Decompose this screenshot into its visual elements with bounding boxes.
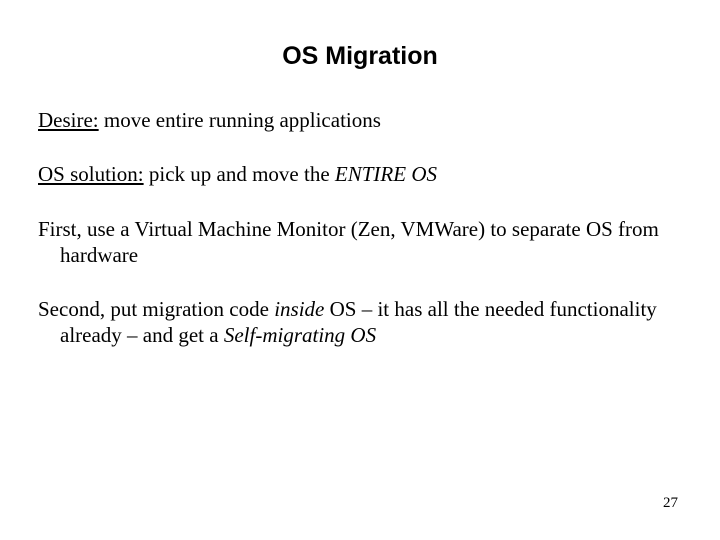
para-second: Second, put migration code inside OS – i…	[60, 296, 682, 349]
inside-emphasis: inside	[274, 297, 324, 321]
para-os-solution: OS solution: pick up and move the ENTIRE…	[60, 161, 682, 187]
os-solution-text: pick up and move the	[144, 162, 335, 186]
entire-os-emphasis: ENTIRE OS	[335, 162, 437, 186]
slide-title: OS Migration	[38, 42, 682, 71]
para-first: First, use a Virtual Machine Monitor (Ze…	[60, 216, 682, 269]
desire-text: move entire running applications	[99, 108, 381, 132]
os-solution-label: OS solution:	[38, 162, 144, 186]
para-desire: Desire: move entire running applications	[60, 107, 682, 133]
second-text-a: Second, put migration code	[38, 297, 274, 321]
desire-label: Desire:	[38, 108, 99, 132]
page-number: 27	[663, 495, 678, 512]
self-migrating-emphasis: Self-migrating OS	[224, 323, 376, 347]
